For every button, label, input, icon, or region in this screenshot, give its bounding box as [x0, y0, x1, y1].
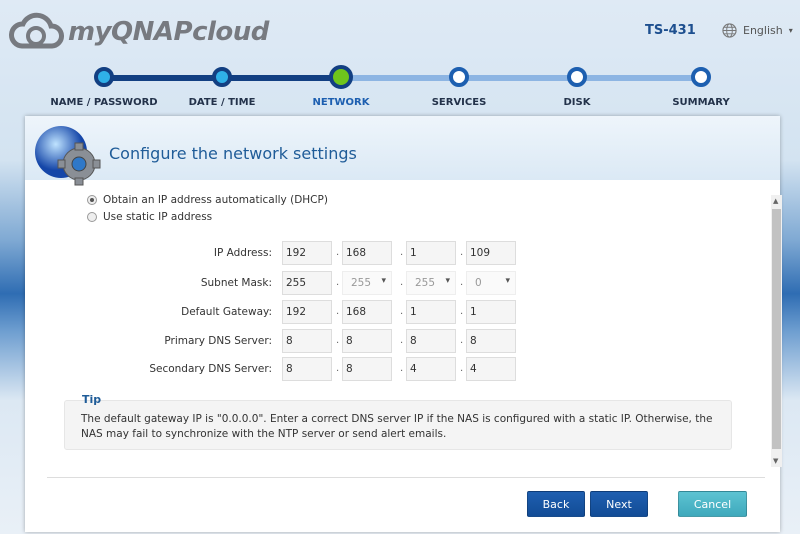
- step-marker-1: [94, 67, 114, 87]
- field-label: Default Gateway:: [181, 306, 272, 318]
- back-button[interactable]: Back: [527, 491, 585, 517]
- wizard-steps: NAME / PASSWORD DATE / TIME NETWORK SERVICE…: [0, 60, 800, 110]
- chevron-down-icon: ▾: [788, 26, 793, 35]
- field-label: IP Address:: [213, 247, 272, 259]
- scrollbar[interactable]: ▲ ▼: [771, 195, 782, 467]
- dhcp-radio[interactable]: Obtain an IP address automatically (DHCP…: [87, 194, 328, 206]
- octet-separator: .: [400, 363, 404, 374]
- octet-select[interactable]: 255: [342, 271, 392, 295]
- step-label: NAME / PASSWORD: [50, 97, 158, 108]
- step-marker-6: [691, 67, 711, 87]
- step-label: SERVICES: [431, 97, 487, 108]
- octet-input[interactable]: 8: [342, 357, 392, 381]
- step-marker-3: [329, 65, 353, 89]
- language-selector[interactable]: English ▾: [722, 23, 793, 38]
- myqnapcloud-logo: myQNAPcloud: [8, 12, 269, 52]
- step-marker-4: [449, 67, 469, 87]
- octet-separator: .: [336, 335, 340, 346]
- divider: [47, 477, 765, 478]
- radio-selected-icon: [87, 195, 97, 205]
- scroll-down-icon[interactable]: ▼: [773, 457, 778, 465]
- radio-unselected-icon: [87, 212, 97, 222]
- static-label: Use static IP address: [103, 211, 213, 223]
- globe-icon: [722, 23, 737, 38]
- step-label: DISK: [563, 97, 591, 108]
- tip-box: The default gateway IP is "0.0.0.0". Ent…: [64, 400, 732, 450]
- octet-input[interactable]: 4: [406, 357, 456, 381]
- octet-input[interactable]: 255: [282, 271, 332, 295]
- octet-separator: .: [400, 247, 404, 258]
- octet-input[interactable]: 4: [466, 357, 516, 381]
- field-label: Subnet Mask:: [200, 277, 272, 289]
- octet-input[interactable]: 1: [406, 241, 456, 265]
- cloud-icon: [9, 12, 64, 49]
- octet-input[interactable]: 1: [466, 300, 516, 324]
- octet-separator: .: [336, 277, 340, 288]
- octet-input[interactable]: 192: [282, 241, 332, 265]
- dhcp-label: Obtain an IP address automatically (DHCP…: [103, 194, 328, 206]
- cancel-button[interactable]: Cancel: [678, 491, 747, 517]
- step-label: SUMMARY: [672, 97, 730, 108]
- step-marker-2: [212, 67, 232, 87]
- octet-input[interactable]: 168: [342, 241, 392, 265]
- progress-track-pending: [340, 75, 702, 81]
- octet-input[interactable]: 8: [466, 329, 516, 353]
- octet-input[interactable]: 168: [342, 300, 392, 324]
- nas-model: TS-431: [645, 23, 696, 38]
- octet-input[interactable]: 8: [342, 329, 392, 353]
- octet-separator: .: [460, 363, 464, 374]
- octet-separator: .: [460, 247, 464, 258]
- octet-select[interactable]: 255: [406, 271, 456, 295]
- network-settings-panel: Configure the network settings: [25, 116, 780, 532]
- scroll-up-icon[interactable]: ▲: [773, 197, 778, 205]
- octet-input[interactable]: 109: [466, 241, 516, 265]
- octet-separator: .: [460, 306, 464, 317]
- octet-select[interactable]: 0: [466, 271, 516, 295]
- field-label: Primary DNS Server:: [164, 335, 272, 347]
- step-label: NETWORK: [312, 97, 370, 108]
- language-label: English: [743, 24, 783, 37]
- octet-separator: .: [460, 335, 464, 346]
- octet-input[interactable]: 1: [406, 300, 456, 324]
- octet-separator: .: [400, 277, 404, 288]
- step-marker-5: [567, 67, 587, 87]
- octet-separator: .: [336, 306, 340, 317]
- octet-separator: .: [400, 306, 404, 317]
- scrollbar-thumb[interactable]: [772, 209, 781, 449]
- octet-input[interactable]: 192: [282, 300, 332, 324]
- tip-text: The default gateway IP is "0.0.0.0". Ent…: [81, 413, 713, 440]
- octet-input[interactable]: 8: [406, 329, 456, 353]
- tip-title: Tip: [82, 393, 102, 406]
- logo-text: myQNAPcloud: [68, 17, 269, 47]
- step-label: DATE / TIME: [188, 97, 256, 108]
- next-button[interactable]: Next: [590, 491, 648, 517]
- octet-separator: .: [336, 363, 340, 374]
- octet-separator: .: [460, 277, 464, 288]
- octet-input[interactable]: 8: [282, 357, 332, 381]
- static-ip-radio[interactable]: Use static IP address: [87, 211, 212, 223]
- network-globe-gear-icon: [35, 126, 101, 186]
- octet-separator: .: [336, 247, 340, 258]
- page-title: Configure the network settings: [109, 144, 357, 163]
- field-label: Secondary DNS Server:: [149, 363, 272, 375]
- octet-separator: .: [400, 335, 404, 346]
- panel-header: Configure the network settings: [25, 116, 780, 186]
- octet-input[interactable]: 8: [282, 329, 332, 353]
